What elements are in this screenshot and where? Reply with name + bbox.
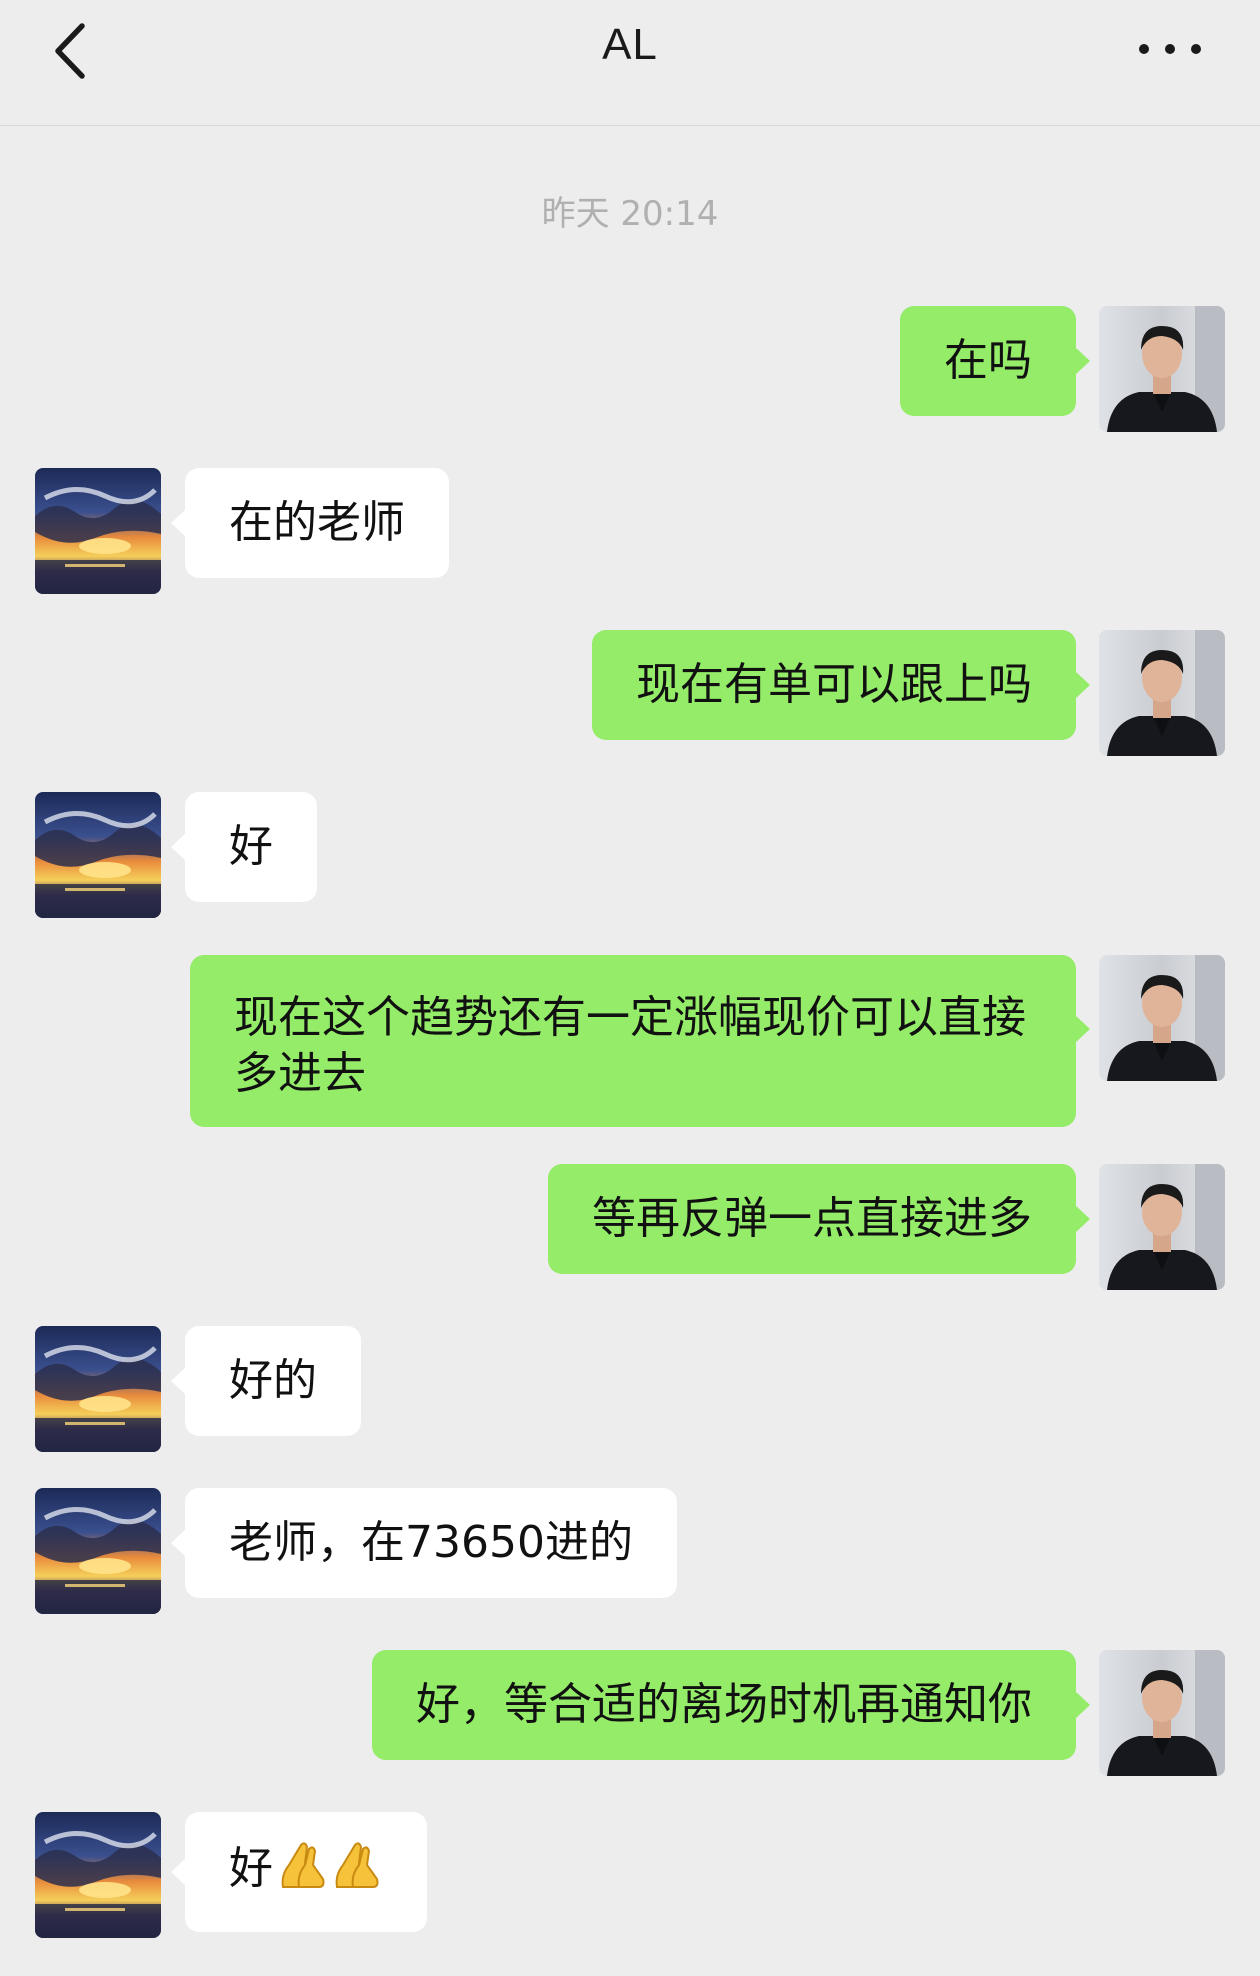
- avatar[interactable]: [1099, 306, 1225, 432]
- message-text: 现在有单可以跟上吗: [636, 659, 1032, 710]
- message-text: 在吗: [944, 335, 1032, 386]
- message-text: 好: [229, 821, 273, 872]
- chat-title: AL: [602, 20, 658, 69]
- more-button[interactable]: [1130, 26, 1210, 72]
- message-text: 在的老师: [229, 497, 405, 548]
- message-bubble-sent[interactable]: 在吗: [900, 306, 1090, 416]
- avatar[interactable]: [35, 1812, 161, 1938]
- message-text: 好: [229, 1843, 273, 1894]
- message-bubble-sent[interactable]: 等再反弹一点直接进多: [548, 1164, 1090, 1274]
- message-text: 老师，在73650进的: [229, 1517, 633, 1568]
- avatar[interactable]: [35, 792, 161, 918]
- avatar[interactable]: [1099, 955, 1225, 1081]
- message-bubble-sent[interactable]: 好，等合适的离场时机再通知你: [372, 1650, 1090, 1760]
- chat-header: AL: [0, 0, 1260, 126]
- message-bubble-received[interactable]: 好的: [171, 1326, 361, 1436]
- more-dots-icon: [1139, 44, 1201, 54]
- message-bubble-received[interactable]: 老师，在73650进的: [171, 1488, 677, 1598]
- avatar[interactable]: [35, 468, 161, 594]
- message-bubble-sent[interactable]: 现在有单可以跟上吗: [592, 630, 1090, 740]
- message-bubble-received[interactable]: 好: [171, 1812, 427, 1932]
- avatar[interactable]: [1099, 1650, 1225, 1776]
- message-text: 好的: [229, 1355, 317, 1406]
- message-text: 等再反弹一点直接进多: [592, 1193, 1032, 1244]
- message-bubble-received[interactable]: 好: [171, 792, 317, 902]
- avatar[interactable]: [1099, 630, 1225, 756]
- folded-hands-icon: [275, 1839, 383, 1905]
- message-text: 好，等合适的离场时机再通知你: [416, 1679, 1032, 1730]
- chat-timestamp: 昨天 20:14: [541, 194, 719, 234]
- message-bubble-received[interactable]: 在的老师: [171, 468, 449, 578]
- message-text: 现在这个趋势还有一定涨幅现价可以直接多进去: [234, 992, 1026, 1099]
- avatar[interactable]: [1099, 1164, 1225, 1290]
- avatar[interactable]: [35, 1488, 161, 1614]
- message-bubble-sent[interactable]: 现在这个趋势还有一定涨幅现价可以直接多进去: [190, 955, 1090, 1127]
- avatar[interactable]: [35, 1326, 161, 1452]
